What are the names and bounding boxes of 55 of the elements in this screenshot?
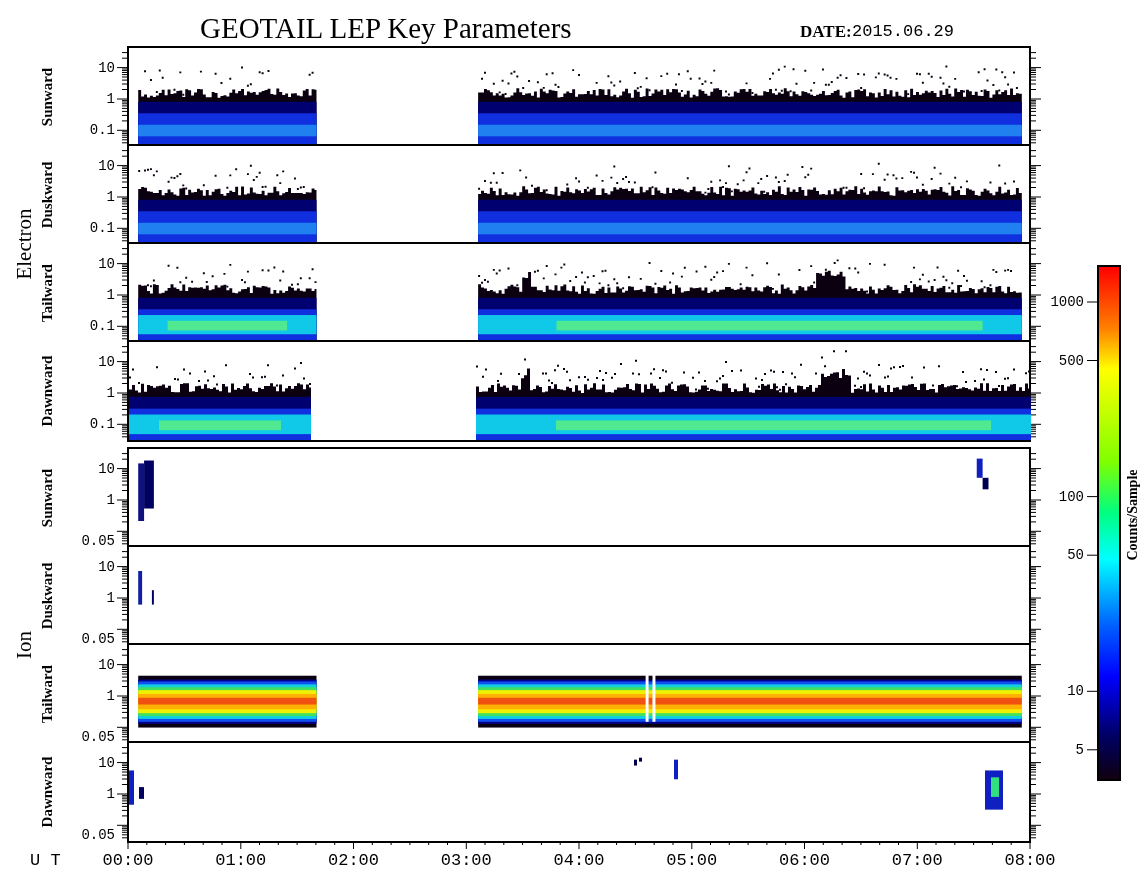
x-tick-label: 08:00 bbox=[1004, 851, 1056, 871]
y-tick-label: 10 bbox=[98, 656, 115, 673]
y-tick-label: 1 bbox=[106, 188, 115, 205]
x-tick-label: 05:00 bbox=[666, 851, 718, 871]
colorbar-tick-label: 100 bbox=[1058, 488, 1084, 505]
x-tick-label: 06:00 bbox=[779, 851, 830, 871]
x-tick-label: 04:00 bbox=[553, 851, 605, 871]
colorbar-tick-label: 50 bbox=[1067, 547, 1084, 564]
x-tick-label: 02:00 bbox=[328, 851, 379, 871]
direction-label: Tailward bbox=[38, 665, 56, 723]
y-tick-label: 10 bbox=[98, 255, 115, 272]
axis-label: U T bbox=[30, 851, 61, 871]
colorbar-label: Counts/Sample bbox=[1125, 469, 1141, 561]
colorbar-tick-label: 1000 bbox=[1050, 293, 1084, 310]
y-tick-label: 1 bbox=[106, 589, 115, 606]
date-label: DATE: bbox=[800, 22, 852, 42]
y-tick-label: 10 bbox=[98, 558, 115, 575]
group-label: Electron bbox=[12, 208, 36, 280]
y-tick-label: 0.05 bbox=[81, 630, 115, 647]
colorbar-tick-label: 500 bbox=[1058, 352, 1084, 369]
y-tick-label: 0.05 bbox=[81, 826, 115, 843]
direction-label: Duskward bbox=[38, 161, 56, 229]
group-label: Ion bbox=[12, 631, 36, 659]
x-tick-label: 07:00 bbox=[891, 851, 943, 871]
x-tick-label: 01:00 bbox=[215, 851, 267, 871]
colorbar-tick-label: 5 bbox=[1075, 741, 1084, 758]
y-tick-label: 1 bbox=[106, 384, 115, 401]
chart-title: GEOTAIL LEP Key Parameters bbox=[200, 11, 572, 46]
date-value: 2015.06.29 bbox=[852, 22, 955, 42]
colorbar-tick-label: 10 bbox=[1067, 683, 1084, 700]
direction-label: Sunward bbox=[38, 67, 56, 127]
direction-label: Dawnward bbox=[38, 756, 56, 828]
y-tick-label: 10 bbox=[98, 460, 115, 477]
direction-label: Duskward bbox=[38, 562, 56, 630]
x-tick-label: 00:00 bbox=[102, 851, 154, 871]
y-tick-label: 0.05 bbox=[81, 532, 115, 549]
y-tick-label: 0.1 bbox=[89, 220, 115, 237]
y-tick-label: 0.05 bbox=[81, 728, 115, 745]
y-tick-label: 0.1 bbox=[89, 122, 115, 139]
y-tick-label: 0.1 bbox=[89, 318, 115, 335]
x-tick-label: 03:00 bbox=[440, 851, 492, 871]
y-tick-label: 1 bbox=[106, 491, 115, 508]
y-tick-label: 1 bbox=[106, 785, 115, 802]
y-tick-label: 10 bbox=[98, 59, 115, 76]
direction-label: Tailward bbox=[38, 264, 56, 322]
y-tick-label: 10 bbox=[98, 157, 115, 174]
y-tick-label: 10 bbox=[98, 353, 115, 370]
y-tick-label: 1 bbox=[106, 286, 115, 303]
spectrogram-drawing bbox=[138, 571, 154, 605]
direction-label: Dawnward bbox=[38, 355, 56, 427]
y-tick-label: 1 bbox=[106, 687, 115, 704]
y-tick-label: 1 bbox=[106, 90, 115, 107]
y-tick-label: 10 bbox=[98, 754, 115, 771]
direction-label: Sunward bbox=[38, 468, 56, 528]
y-tick-label: 0.1 bbox=[89, 416, 115, 433]
